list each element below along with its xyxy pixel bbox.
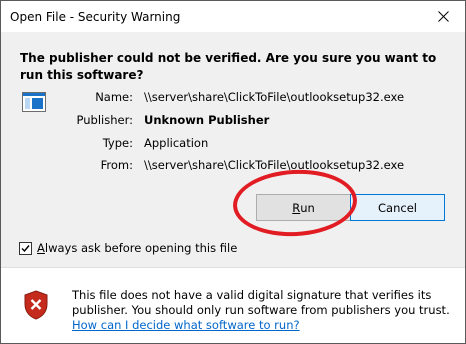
cancel-label: Cancel <box>378 200 417 215</box>
warning-panel: This file does not have a valid digital … <box>1 268 465 343</box>
security-warning-dialog: Open File - Security Warning The publish… <box>0 0 466 344</box>
name-label: Name: <box>95 90 133 104</box>
title-bar: Open File - Security Warning <box>1 1 465 32</box>
publisher-label: Publisher: <box>76 113 133 127</box>
red-highlight-circle <box>231 166 359 240</box>
publisher-value: Unknown Publisher <box>144 113 270 127</box>
help-link[interactable]: How can I decide what software to run? <box>72 318 300 332</box>
checkmark-icon <box>21 244 30 252</box>
warning-body: This file does not have a valid digital … <box>72 288 450 317</box>
always-ask-suffix: lways ask before opening this file <box>44 241 238 255</box>
shield-warning-icon <box>24 290 48 320</box>
always-ask-mnemonic: A <box>37 241 45 255</box>
application-icon <box>22 92 46 112</box>
cancel-button[interactable]: Cancel <box>350 194 445 221</box>
close-button[interactable] <box>421 1 465 32</box>
from-value: \\server\share\ClickToFile\outlooksetup3… <box>144 158 405 172</box>
warning-message: This file does not have a valid digital … <box>72 288 452 333</box>
close-icon <box>437 11 449 22</box>
from-label: From: <box>100 158 133 172</box>
warning-headline: The publisher could not be verified. Are… <box>20 51 437 82</box>
name-value: \\server\share\ClickToFile\outlooksetup3… <box>144 90 405 104</box>
always-ask-checkbox[interactable] <box>19 241 32 255</box>
window-title: Open File - Security Warning <box>10 10 181 24</box>
type-label: Type: <box>102 136 133 150</box>
always-ask-option[interactable]: Always ask before opening this file <box>19 241 237 255</box>
type-value: Application <box>144 136 209 150</box>
